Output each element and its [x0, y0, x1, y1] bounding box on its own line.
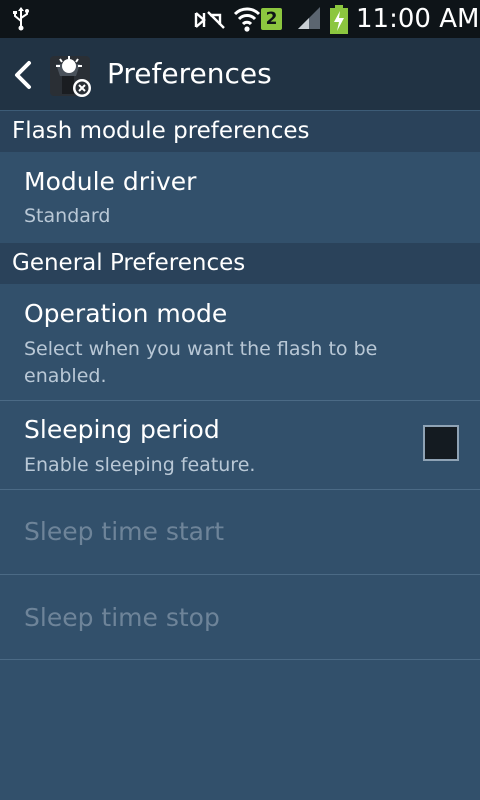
section-header-general: General Preferences: [0, 243, 480, 284]
pref-summary: Enable sleeping feature.: [24, 454, 256, 476]
sleeping-period-checkbox[interactable]: [423, 425, 459, 461]
pref-summary: Standard: [24, 205, 111, 227]
signal-icon: [296, 6, 322, 34]
pref-title: Module driver: [24, 167, 197, 196]
sim-badge: 2: [261, 8, 282, 30]
pref-module-driver[interactable]: Module driver Standard: [0, 152, 480, 243]
status-clock: 11:00 AM: [356, 4, 480, 34]
pref-title: Sleep time start: [24, 517, 225, 546]
pref-summary: Select when you want the flash to be ena…: [24, 338, 378, 387]
pref-title: Operation mode: [24, 299, 228, 328]
pref-title: Sleep time stop: [24, 603, 220, 632]
page-title: Preferences: [107, 57, 272, 90]
pref-title: Sleeping period: [24, 415, 220, 444]
wifi-icon: [233, 3, 261, 37]
preferences-screen: 2 11:00 AM Preferences Flash module pref…: [0, 0, 480, 800]
chevron-left-icon[interactable]: [12, 60, 34, 94]
pref-sleep-time-start: Sleep time start: [0, 490, 480, 575]
usb-icon: [13, 7, 29, 35]
section-header-flash-module: Flash module preferences: [0, 111, 480, 152]
flashlight-app-icon[interactable]: [48, 54, 94, 102]
battery-charging-icon: [329, 5, 349, 39]
pref-operation-mode[interactable]: Operation mode Select when you want the …: [0, 284, 480, 401]
status-bar: 2 11:00 AM: [0, 0, 480, 38]
action-bar: Preferences: [0, 38, 480, 111]
no-sound-icon: [194, 9, 226, 35]
pref-sleep-time-stop: Sleep time stop: [0, 575, 480, 660]
pref-sleeping-period[interactable]: Sleeping period Enable sleeping feature.: [0, 401, 480, 490]
